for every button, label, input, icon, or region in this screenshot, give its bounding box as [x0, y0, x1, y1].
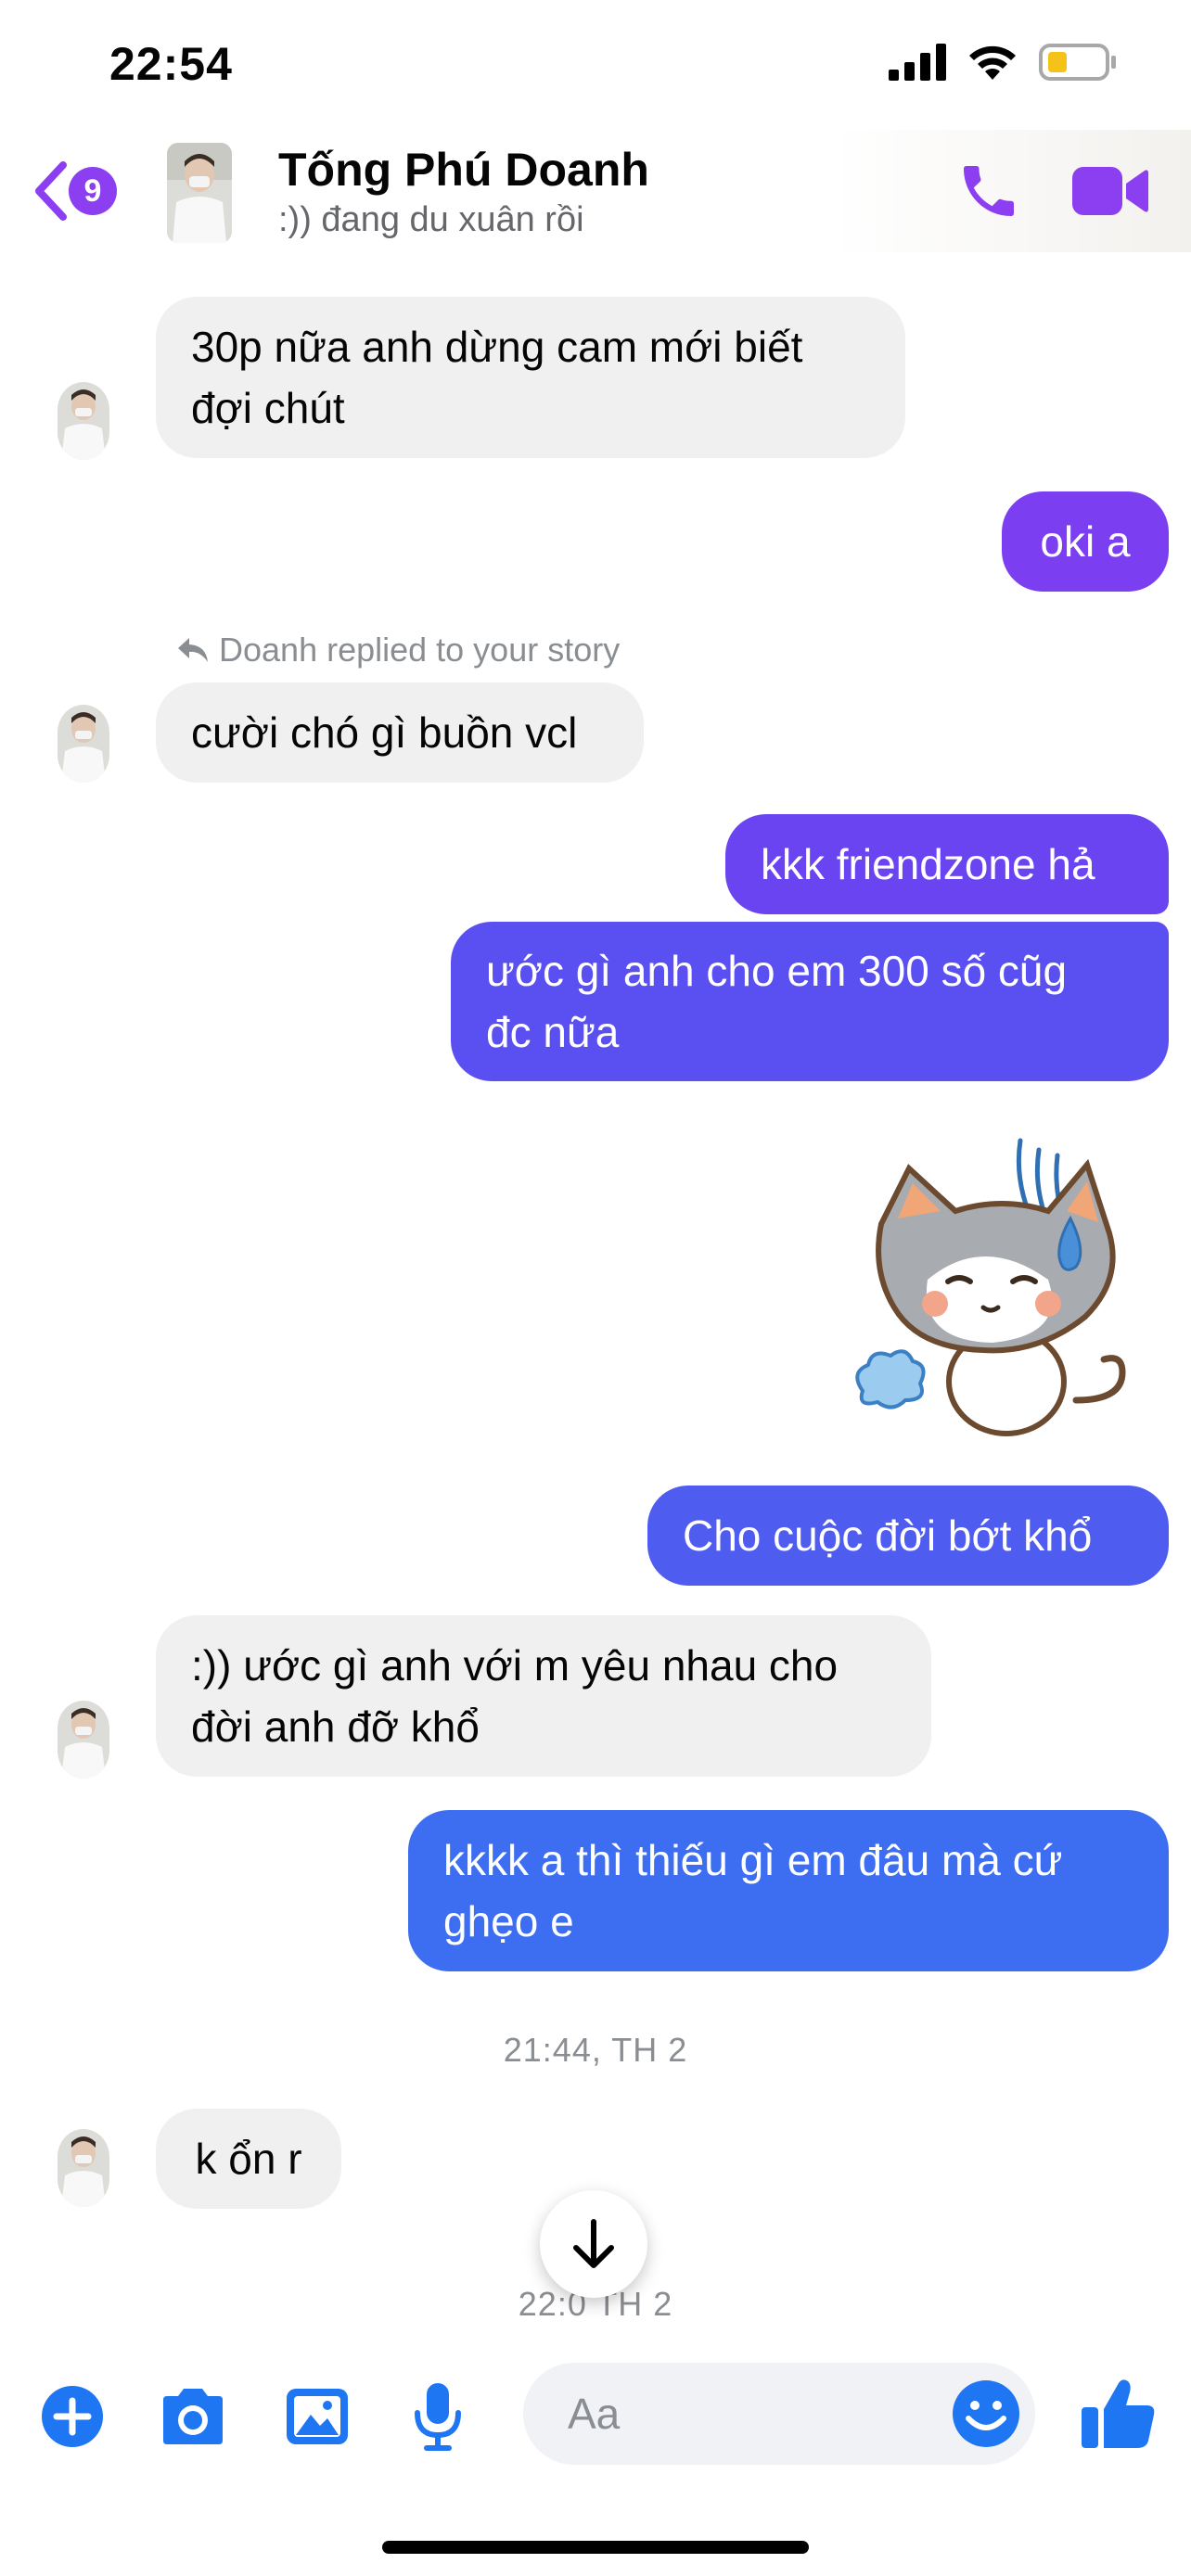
incoming-message[interactable]: cười chó gì buồn vcl	[156, 682, 644, 783]
message-list[interactable]: 30p nữa anh dừng cam mới biết đợi chút o…	[0, 252, 1191, 2337]
sender-avatar[interactable]	[58, 382, 109, 460]
video-camera-icon	[1072, 167, 1148, 215]
message-text: k ổn r	[195, 2135, 302, 2183]
outgoing-message[interactable]: oki a	[1002, 491, 1169, 592]
reply-arrow-icon	[178, 638, 208, 662]
reply-note-text: Doanh replied to your story	[219, 631, 621, 669]
message-text: :)) ước gì anh với m yêu nhau cho	[191, 1641, 839, 1690]
outgoing-message[interactable]: ước gì anh cho em 300 số cũg đc nữa	[451, 922, 1169, 1081]
status-time: 22:54	[109, 38, 233, 90]
status-icons	[889, 43, 1117, 82]
more-actions-button[interactable]	[35, 2379, 109, 2454]
incoming-message[interactable]: :)) ước gì anh với m yêu nhau cho đời an…	[156, 1615, 931, 1777]
sweating-cat-sticker-image	[855, 1138, 1126, 1436]
message-text: ghẹo e	[443, 1897, 574, 1945]
outgoing-message[interactable]: Cho cuộc đời bớt khổ	[647, 1486, 1169, 1586]
video-call-button[interactable]	[1070, 161, 1148, 221]
signal-icon	[889, 44, 946, 81]
camera-icon	[163, 2389, 223, 2444]
back-button[interactable]: 9	[32, 158, 134, 224]
avatar-image	[167, 143, 232, 243]
plus-icon	[42, 2386, 103, 2447]
message-text: oki a	[1040, 517, 1131, 566]
scroll-to-bottom-button[interactable]	[540, 2190, 647, 2298]
wifi-icon	[969, 45, 1016, 80]
message-text: cười chó gì buồn vcl	[191, 708, 578, 757]
story-reply-note: Doanh replied to your story	[176, 631, 620, 670]
microphone-icon	[415, 2383, 461, 2451]
outgoing-message[interactable]: kkkk a thì thiếu gì em đâu mà cứ ghẹo e	[408, 1810, 1169, 1971]
message-text: 30p nữa anh dừng cam mới biết	[191, 323, 803, 371]
like-button[interactable]	[1080, 2374, 1158, 2452]
message-text: đợi chút	[191, 384, 345, 432]
status-bar: 22:54	[0, 0, 1191, 130]
phone-icon	[964, 166, 1014, 216]
chat-header: 9 Tống Phú Doanh :)) đang du xuân rồi	[0, 130, 1191, 252]
smiley-icon	[953, 2380, 1019, 2447]
contact-avatar[interactable]	[167, 143, 232, 243]
audio-call-button[interactable]	[955, 158, 1022, 224]
unread-badge: 9	[69, 167, 117, 215]
message-text: đc nữa	[486, 1008, 620, 1056]
time-separator: 21:44, TH 2	[503, 2031, 688, 2069]
voice-message-button[interactable]	[401, 2379, 475, 2454]
message-text: kkk friendzone hả	[761, 840, 1095, 888]
sender-avatar[interactable]	[58, 705, 109, 783]
chevron-left-icon	[35, 161, 67, 221]
incoming-message[interactable]: 30p nữa anh dừng cam mới biết đợi chút	[156, 297, 905, 458]
thumbs-up-icon	[1082, 2379, 1155, 2448]
gallery-button[interactable]	[280, 2379, 354, 2454]
sender-avatar[interactable]	[58, 2129, 109, 2207]
contact-status: :)) đang du xuân rồi	[278, 200, 584, 239]
message-text: kkkk a thì thiếu gì em đâu mà cứ	[443, 1836, 1063, 1884]
home-indicator	[382, 2541, 809, 2554]
message-text: đời anh đỡ khổ	[191, 1702, 480, 1751]
cat-sticker[interactable]	[844, 1122, 1150, 1447]
image-icon	[287, 2389, 348, 2444]
message-text: Cho cuộc đời bớt khổ	[683, 1511, 1093, 1560]
message-text: ước gì anh cho em 300 số cũg	[486, 947, 1068, 995]
sender-avatar[interactable]	[58, 1701, 109, 1779]
camera-button[interactable]	[156, 2379, 230, 2454]
outgoing-message[interactable]: kkk friendzone hả	[725, 814, 1169, 914]
emoji-button[interactable]	[950, 2378, 1022, 2450]
incoming-message[interactable]: k ổn r	[156, 2109, 341, 2209]
arrow-down-icon	[573, 2219, 614, 2268]
battery-icon	[1039, 44, 1116, 81]
contact-name[interactable]: Tống Phú Doanh	[278, 143, 649, 197]
